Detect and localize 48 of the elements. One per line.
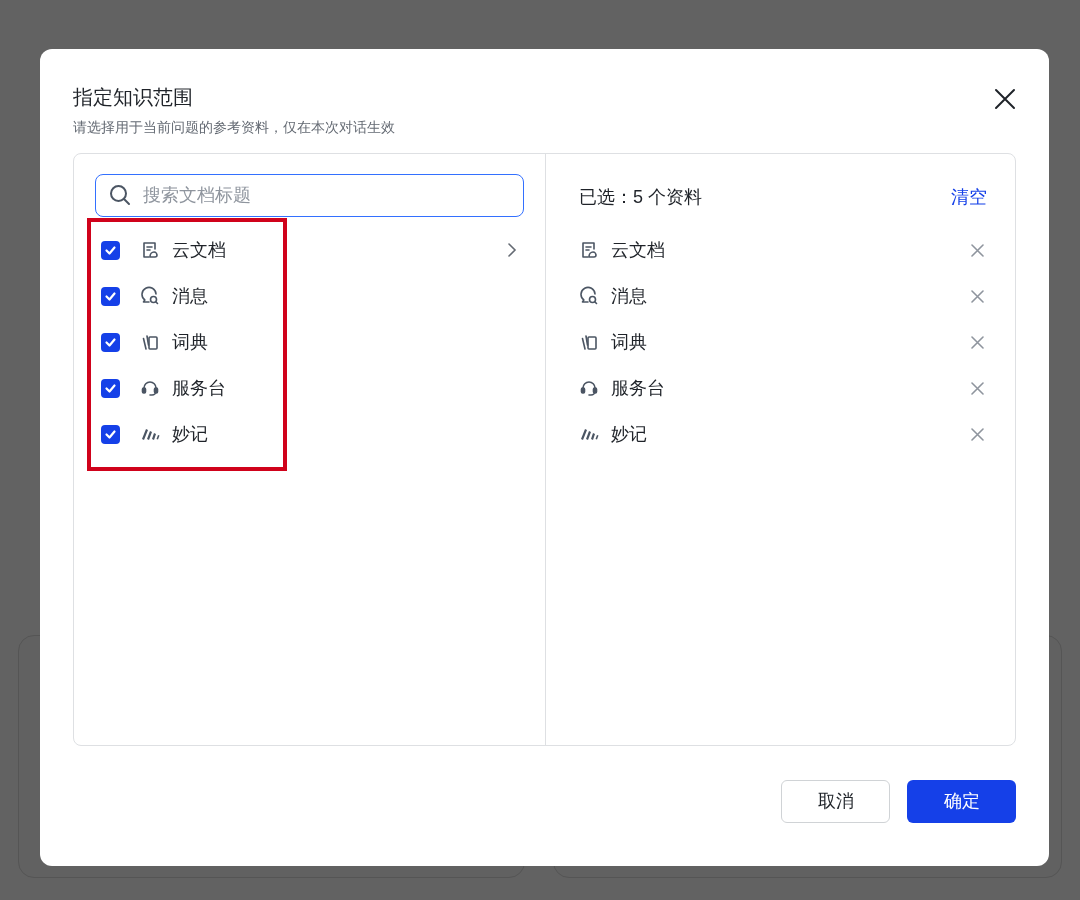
source-item[interactable]: 服务台 xyxy=(95,365,524,411)
source-item[interactable]: 妙记 xyxy=(95,411,524,457)
selected-label: 服务台 xyxy=(611,376,665,400)
selected-label: 消息 xyxy=(611,284,647,308)
search-icon xyxy=(109,184,131,206)
check-icon xyxy=(104,381,117,395)
selected-label: 妙记 xyxy=(611,422,647,446)
dialog-subtitle: 请选择用于当前问题的参考资料，仅在本次对话生效 xyxy=(73,118,395,137)
checkbox[interactable] xyxy=(101,378,120,398)
headset-icon xyxy=(579,378,599,398)
check-icon xyxy=(104,427,117,441)
selected-label: 云文档 xyxy=(611,238,665,262)
checkbox[interactable] xyxy=(101,424,120,444)
close-icon xyxy=(970,289,984,303)
close-icon xyxy=(970,243,984,257)
source-label: 妙记 xyxy=(172,422,208,446)
search-field[interactable]: 搜索文档标题 xyxy=(95,174,524,217)
checkbox[interactable] xyxy=(101,286,120,306)
source-label: 云文档 xyxy=(172,238,226,262)
cards-icon xyxy=(579,332,599,352)
headset-icon xyxy=(140,378,160,398)
confirm-button[interactable]: 确定 xyxy=(907,780,1016,823)
source-label: 消息 xyxy=(172,284,208,308)
close-icon xyxy=(970,335,984,349)
selected-label: 词典 xyxy=(611,330,647,354)
chat-search-icon xyxy=(579,286,599,306)
source-label: 服务台 xyxy=(172,376,226,400)
chat-search-icon xyxy=(140,286,160,306)
close-icon xyxy=(993,87,1017,111)
chevron-right-icon[interactable] xyxy=(506,242,518,258)
document-icon xyxy=(140,240,160,260)
check-icon xyxy=(104,289,117,303)
source-item[interactable]: 云文档 xyxy=(95,227,524,273)
dialog-title: 指定知识范围 xyxy=(73,85,194,110)
close-icon xyxy=(970,381,984,395)
selected-count: 已选：5 个资料 xyxy=(579,185,702,209)
document-icon xyxy=(579,240,599,260)
check-icon xyxy=(104,335,117,349)
source-item[interactable]: 词典 xyxy=(95,319,524,365)
checkbox[interactable] xyxy=(101,332,120,352)
close-icon xyxy=(970,427,984,441)
check-icon xyxy=(104,243,117,257)
cards-icon xyxy=(140,332,160,352)
cancel-button[interactable]: 取消 xyxy=(781,780,890,823)
source-label: 词典 xyxy=(172,330,208,354)
source-item[interactable]: 消息 xyxy=(95,273,524,319)
clear-link[interactable]: 清空 xyxy=(951,183,987,211)
checkbox[interactable] xyxy=(101,240,120,260)
